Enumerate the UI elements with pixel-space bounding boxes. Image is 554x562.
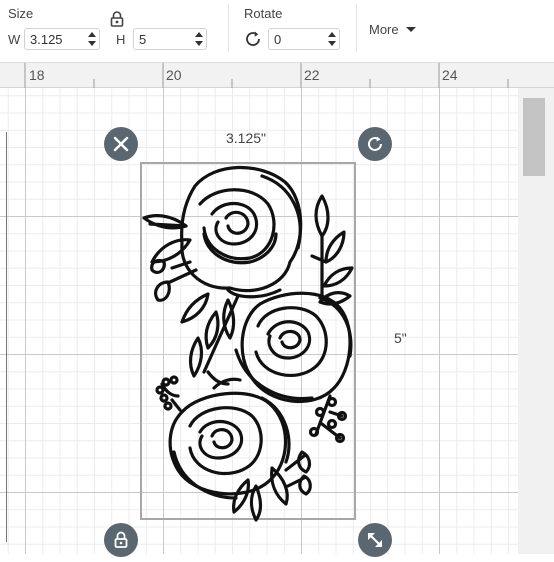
floral-rose-design[interactable] [0,0,554,554]
